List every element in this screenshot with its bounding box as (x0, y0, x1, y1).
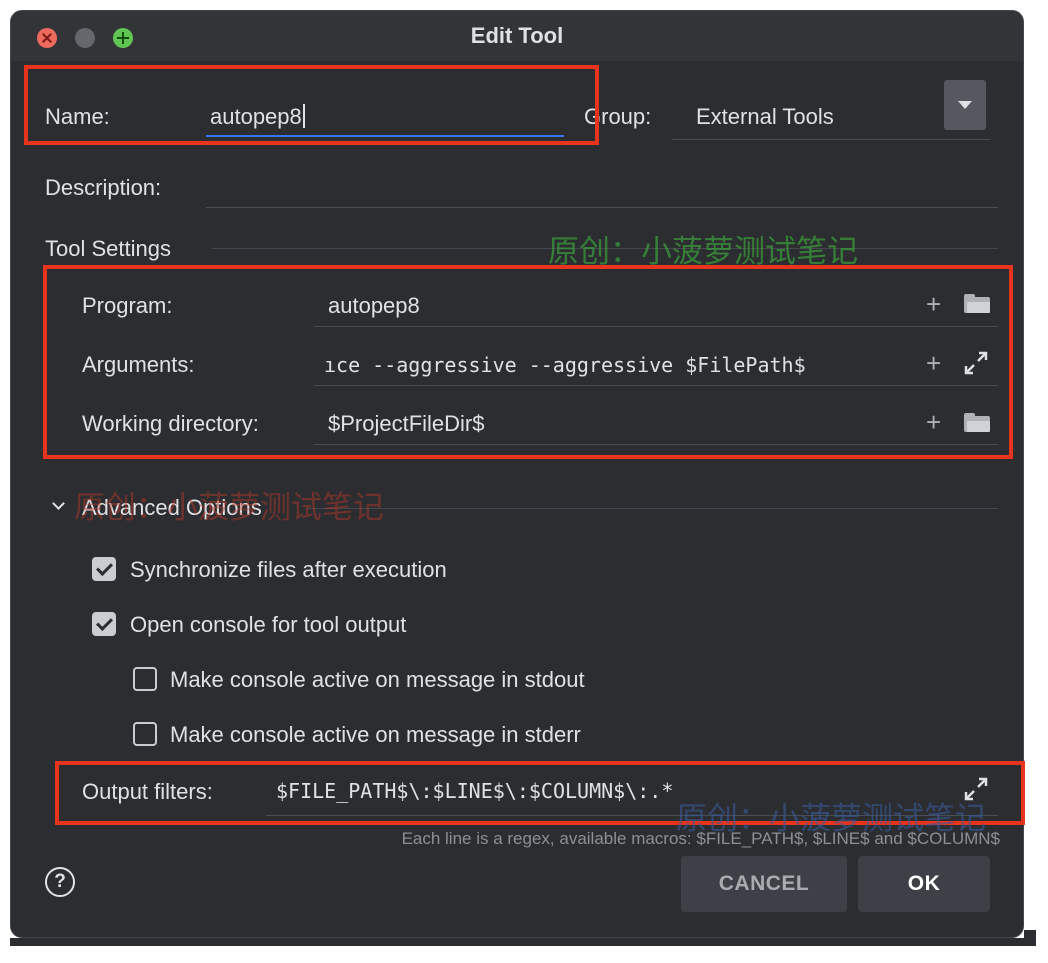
highlight-box (24, 65, 599, 145)
highlight-box (43, 265, 1013, 459)
watermark-text: 原创：小菠萝测试笔记 (74, 490, 384, 525)
ok-button[interactable]: OK (858, 856, 990, 912)
checkbox-checked-icon (92, 612, 116, 636)
group-value: External Tools (696, 104, 834, 129)
checkbox-unchecked-icon (133, 722, 157, 746)
sync-files-label: Synchronize files after execution (130, 557, 447, 582)
watermark-text: 原创：小菠萝测试笔记 (548, 234, 858, 269)
open-console-checkbox[interactable]: Open console for tool output (92, 608, 492, 640)
description-label: Description: (45, 175, 162, 200)
watermark-text: 原创：小菠萝测试笔记 (676, 801, 986, 836)
cancel-button[interactable]: CANCEL (681, 856, 847, 912)
console-stdout-checkbox[interactable]: Make console active on message in stdout (133, 663, 693, 695)
description-input[interactable] (206, 165, 998, 207)
open-console-label: Open console for tool output (130, 612, 407, 637)
tool-settings-header: Tool Settings (45, 236, 171, 261)
help-button[interactable]: ? (45, 867, 75, 897)
background-strip (10, 938, 1036, 946)
background-strip (1024, 930, 1036, 946)
dialog-title: Edit Tool (470, 23, 564, 48)
sync-files-checkbox[interactable]: Synchronize files after execution (92, 553, 532, 585)
console-stderr-label: Make console active on message in stderr (170, 722, 581, 747)
title-bar: Edit Tool (11, 11, 1023, 61)
console-stdout-label: Make console active on message in stdout (170, 667, 585, 692)
chevron-down-icon[interactable] (944, 80, 986, 130)
chevron-down-icon (52, 497, 65, 510)
checkbox-unchecked-icon (133, 667, 157, 691)
checkbox-checked-icon (92, 557, 116, 581)
console-stderr-checkbox[interactable]: Make console active on message in stderr (133, 718, 693, 750)
group-select[interactable]: External Tools (672, 70, 990, 140)
description-underline (206, 207, 998, 208)
section-divider (308, 508, 998, 509)
